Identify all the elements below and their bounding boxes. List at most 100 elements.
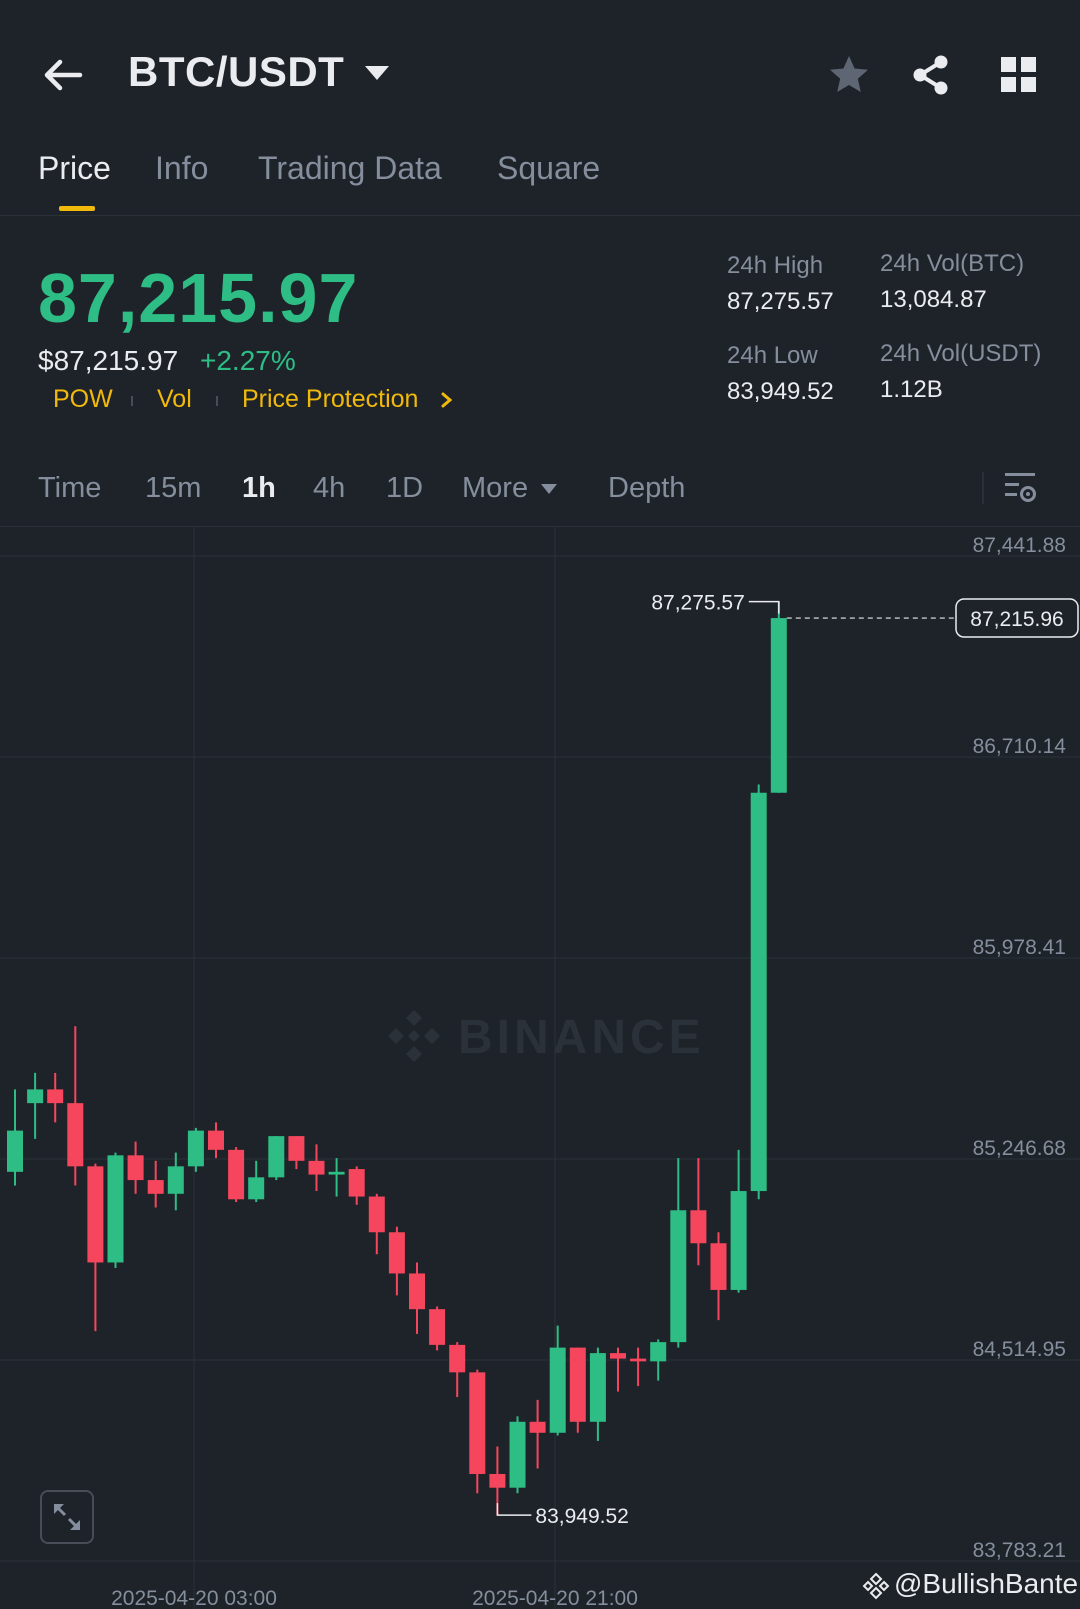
binance-watermark: BINANCE: [458, 1011, 705, 1064]
stat-24h-vol-btc-label: 24h Vol(BTC): [880, 250, 1025, 277]
candle-body: [228, 1149, 245, 1200]
more-dropdown-caret-icon[interactable]: [540, 482, 558, 496]
candle-body: [167, 1166, 184, 1194]
grid-menu-icon[interactable]: [996, 52, 1042, 98]
candle-body: [509, 1421, 526, 1488]
stat-24h-vol-usdt-label: 24h Vol(USDT): [880, 340, 1042, 367]
expand-arrows-icon: [54, 1504, 80, 1530]
binance-watermark-logo-icon: [388, 1010, 440, 1062]
timeframe-more[interactable]: More: [462, 472, 528, 505]
tag-vol[interactable]: Vol: [157, 385, 192, 414]
chart-settings-icon[interactable]: [1003, 470, 1039, 506]
stat-24h-high-value: 87,275.57: [727, 288, 834, 315]
candle-body: [730, 1191, 747, 1290]
candle-body: [208, 1130, 224, 1150]
candle-body: [750, 792, 767, 1192]
top-bar: BTC/USDT: [0, 0, 1080, 140]
stat-24h-low-label: 24h Low: [727, 342, 818, 369]
fullscreen-expand-button[interactable]: [40, 1490, 94, 1544]
candle-body: [368, 1196, 385, 1233]
candle-body: [630, 1358, 647, 1362]
candle-body: [388, 1232, 405, 1274]
price-chart[interactable]: 87,441.88 86,710.14 85,978.41 85,246.68 84,5…: [0, 526, 1080, 1609]
price-usd-equivalent: $87,215.97: [38, 345, 179, 376]
candle-body: [650, 1342, 667, 1362]
active-tab-indicator: [59, 206, 95, 211]
candle-body: [770, 618, 787, 793]
candle-body: [248, 1177, 265, 1200]
candle-body: [268, 1136, 285, 1178]
candle-body: [710, 1243, 727, 1290]
candle-body: [409, 1273, 425, 1310]
price-change-percent: +2.27%: [200, 345, 296, 376]
section-tabs: Price Info Trading Data Square: [0, 140, 1080, 216]
y-axis-tick-label: 86,710.14: [973, 735, 1067, 758]
candle-body: [469, 1372, 486, 1474]
candle-body: [27, 1089, 44, 1104]
binance-square-logo-icon: [862, 1572, 890, 1600]
candlestick-chart-svg[interactable]: 87,441.88 86,710.14 85,978.41 85,246.68 84,5…: [0, 527, 1080, 1609]
candle-body: [87, 1166, 104, 1263]
timeframe-1d[interactable]: 1D: [386, 472, 423, 505]
timeframe-1h[interactable]: 1h: [242, 472, 276, 505]
stat-24h-vol-btc-value: 13,084.87: [880, 286, 987, 313]
y-axis-tick-label: 83,783.21: [973, 1539, 1066, 1562]
stat-24h-high-label: 24h High: [727, 252, 824, 279]
candle-body: [489, 1473, 506, 1488]
max-price-leader: [748, 600, 780, 614]
tab-price[interactable]: Price: [38, 150, 111, 187]
share-icon[interactable]: [908, 52, 954, 98]
tab-trading-data[interactable]: Trading Data: [258, 150, 442, 187]
last-price: 87,215.97: [38, 259, 359, 337]
chevron-right-icon[interactable]: [438, 390, 456, 410]
candle-body: [549, 1347, 566, 1433]
timeframe-depth[interactable]: Depth: [608, 472, 685, 505]
back-arrow-icon[interactable]: [40, 52, 86, 98]
min-price-label: 83,949.52: [535, 1505, 628, 1528]
candle-body: [187, 1130, 204, 1167]
timeframe-time[interactable]: Time: [38, 472, 101, 505]
candle-body: [127, 1155, 144, 1181]
candle-body: [47, 1089, 64, 1104]
candle-body: [147, 1180, 164, 1194]
candle-body: [107, 1155, 124, 1263]
candle-body: [529, 1421, 546, 1433]
y-axis-tick-label: 84,514.95: [973, 1338, 1066, 1361]
x-axis-tick-label: 2025-04-20 21:00: [472, 1587, 638, 1609]
candle-body: [670, 1210, 687, 1343]
stat-24h-low-value: 83,949.52: [727, 378, 834, 405]
x-axis-tick-label: 2025-04-20 03:00: [111, 1587, 277, 1609]
tab-info[interactable]: Info: [155, 150, 208, 187]
timeframe-15m[interactable]: 15m: [145, 472, 201, 505]
trading-pair-title[interactable]: BTC/USDT: [128, 48, 344, 96]
tag-pow[interactable]: POW: [53, 385, 113, 414]
tag-separator: [216, 396, 218, 406]
y-axis-tick-label: 87,441.88: [973, 534, 1066, 557]
timeframe-4h[interactable]: 4h: [313, 472, 345, 505]
max-price-label: 87,275.57: [651, 592, 744, 615]
y-axis-tick-label: 85,246.68: [973, 1137, 1066, 1160]
candle-body: [449, 1344, 466, 1373]
star-favorite-icon[interactable]: [826, 52, 872, 98]
current-price-label: 87,215.96: [970, 608, 1063, 631]
candle-body: [288, 1136, 305, 1161]
candle-body: [348, 1169, 365, 1197]
stat-24h-vol-usdt-value: 1.12B: [880, 376, 943, 403]
toolbar-divider: [982, 472, 984, 504]
candle-body: [429, 1309, 446, 1345]
candle-body: [569, 1347, 586, 1422]
candle-body: [308, 1160, 325, 1175]
candle-body: [589, 1353, 606, 1422]
creator-credit: @BullishBanter: [894, 1568, 1080, 1599]
candle-body: [690, 1210, 707, 1244]
y-axis-tick-label: 85,978.41: [973, 936, 1066, 959]
pair-dropdown-caret-icon[interactable]: [362, 62, 392, 86]
min-price-leader: [496, 1503, 532, 1516]
candle-body: [67, 1103, 84, 1167]
tab-square[interactable]: Square: [497, 150, 600, 187]
candle-body: [328, 1171, 345, 1175]
candle-body: [610, 1353, 626, 1359]
candle-body: [7, 1130, 23, 1172]
tag-price-protection[interactable]: Price Protection: [242, 385, 418, 414]
tag-separator: [131, 396, 133, 406]
